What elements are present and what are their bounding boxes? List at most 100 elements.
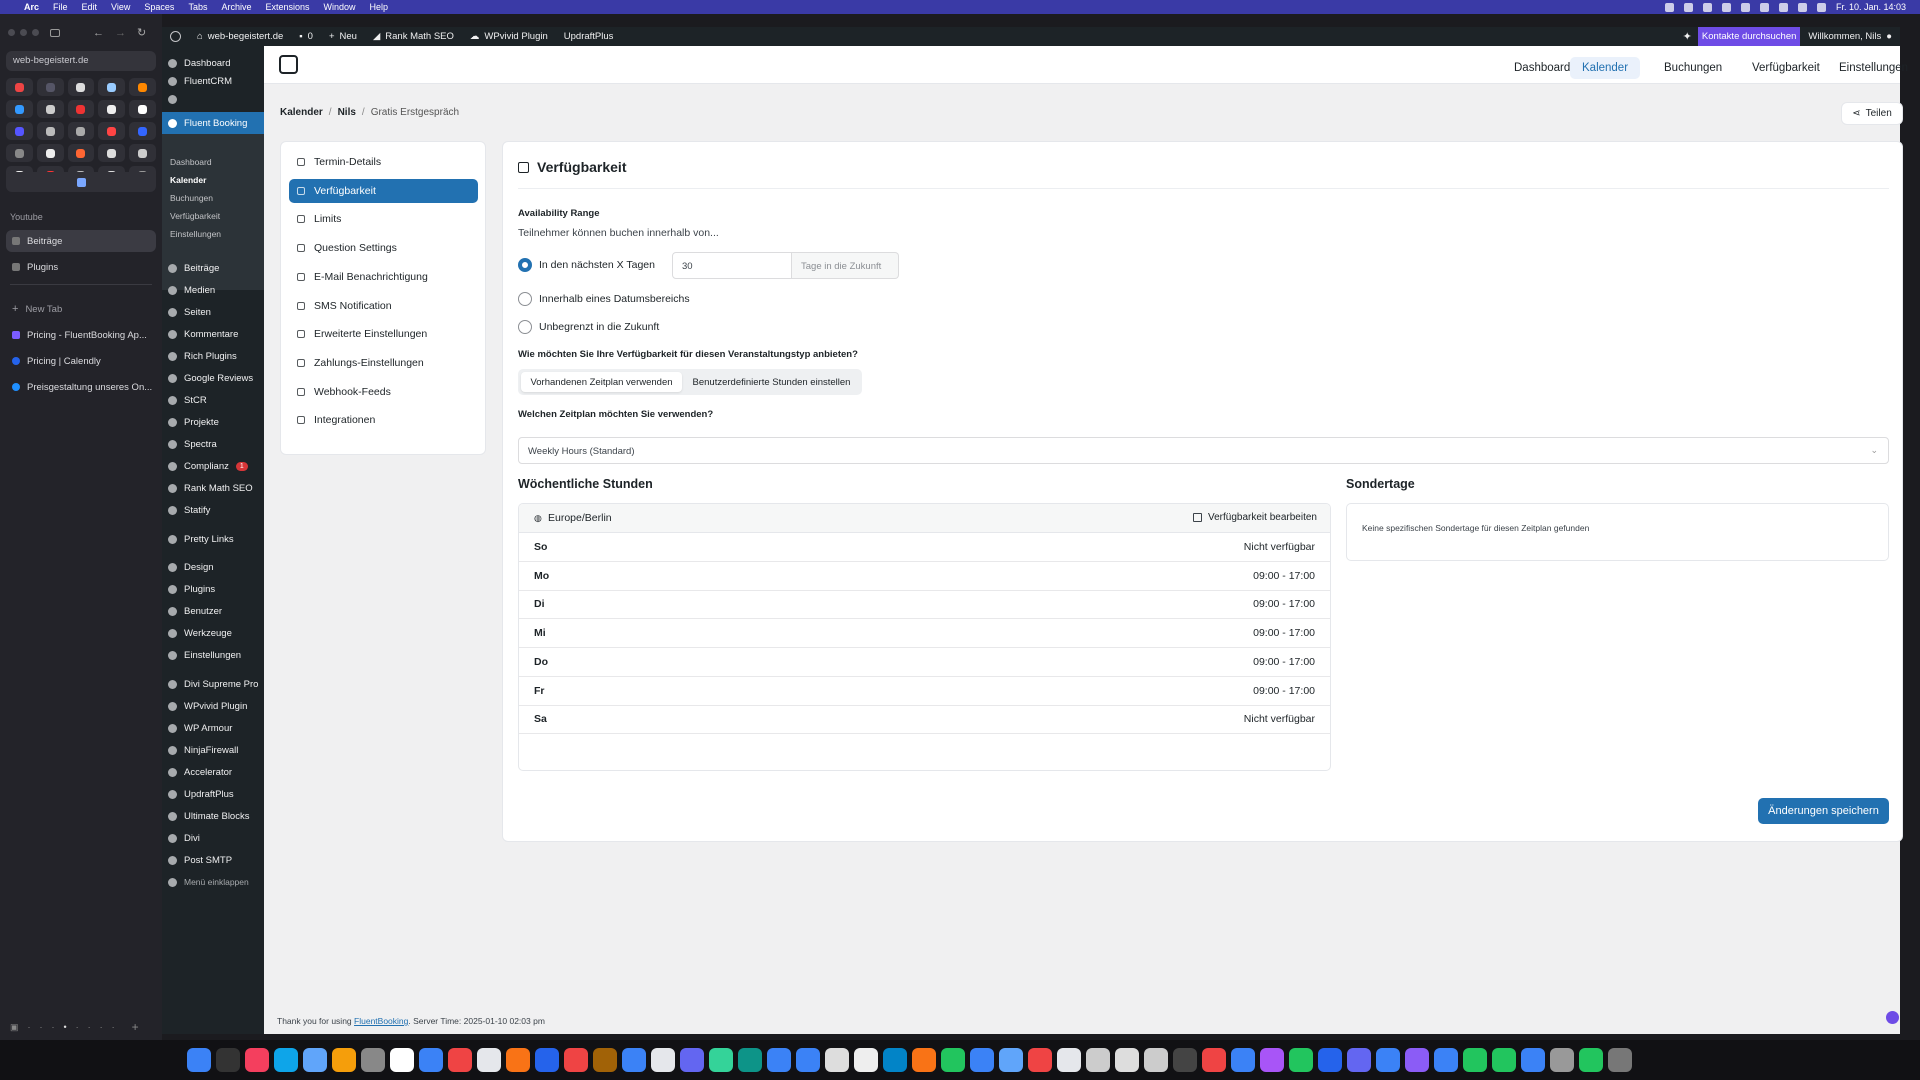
wordpress-logo-icon[interactable] <box>162 31 189 42</box>
dock-app-icon[interactable] <box>912 1048 936 1072</box>
menu-item[interactable]: Statify <box>162 499 264 521</box>
menu-item[interactable]: Rank Math SEO <box>162 477 264 499</box>
pinned-favorite[interactable] <box>98 122 126 140</box>
dock-app-icon[interactable] <box>245 1048 269 1072</box>
pinned-tab-plugins[interactable]: Plugins <box>6 256 156 278</box>
pinned-favorite[interactable] <box>67 100 95 118</box>
menu-item[interactable]: NinjaFirewall <box>162 739 264 761</box>
radio-next-days-label[interactable]: In den nächsten X Tagen <box>539 259 655 271</box>
pinned-favorite[interactable] <box>98 100 126 118</box>
dock-app-icon[interactable] <box>1057 1048 1081 1072</box>
pinned-favorite[interactable] <box>129 100 156 118</box>
wpvivid-link[interactable]: ☁ WPvivid Plugin <box>462 31 556 42</box>
radio-date-range[interactable] <box>518 292 532 306</box>
pinned-tab-beitraege[interactable]: Beiträge <box>6 230 156 252</box>
settings-nav-item[interactable]: Integrationen <box>289 408 478 432</box>
dock-app-icon[interactable] <box>1173 1048 1197 1072</box>
tab-item[interactable]: Pricing | Calendly <box>6 350 156 372</box>
dock-app-icon[interactable] <box>883 1048 907 1072</box>
pinned-favorite[interactable] <box>98 78 126 96</box>
dock-app-icon[interactable] <box>651 1048 675 1072</box>
dock-app-icon[interactable] <box>767 1048 791 1072</box>
dock-app-icon[interactable] <box>361 1048 385 1072</box>
status-icon[interactable] <box>1683 2 1693 12</box>
breadcrumb-kalender[interactable]: Kalender <box>280 107 323 118</box>
archive-icon[interactable]: ▣ <box>10 1022 19 1033</box>
menu-item[interactable]: Benutzer <box>162 600 264 622</box>
url-bar[interactable]: web-begeistert.de <box>6 51 156 71</box>
dock-app-icon[interactable] <box>216 1048 240 1072</box>
submenu-buchungen[interactable]: Buchungen <box>170 193 213 203</box>
pinned-favorite-wide[interactable] <box>6 172 156 192</box>
pinned-favorite[interactable] <box>6 144 33 162</box>
nav-einstellungen[interactable]: Einstellungen <box>1827 57 1920 79</box>
dock-app-icon[interactable] <box>506 1048 530 1072</box>
pinned-favorite[interactable] <box>36 78 64 96</box>
settings-nav-item[interactable]: Verfügbarkeit <box>289 178 478 203</box>
add-space-icon[interactable]: + <box>132 1020 139 1034</box>
pinned-favorite[interactable] <box>6 78 33 96</box>
menu-item[interactable]: Accelerator <box>162 761 264 783</box>
dock-app-icon[interactable] <box>1405 1048 1429 1072</box>
site-name-link[interactable]: ⌂ web-begeistert.de <box>189 31 291 42</box>
pinned-favorite[interactable] <box>6 122 33 140</box>
dock-app-icon[interactable] <box>303 1048 327 1072</box>
pinned-favorite[interactable] <box>36 144 64 162</box>
status-icon[interactable] <box>1702 2 1712 12</box>
dock-app-icon[interactable] <box>332 1048 356 1072</box>
menu-item[interactable]: Beiträge <box>162 257 264 279</box>
dock-app-icon[interactable] <box>1260 1048 1284 1072</box>
menu-item[interactable]: Ultimate Blocks <box>162 805 264 827</box>
dock-app-icon[interactable] <box>1550 1048 1574 1072</box>
dock-app-icon[interactable] <box>564 1048 588 1072</box>
settings-nav-item[interactable]: E-Mail Benachrichtigung <box>289 265 478 289</box>
days-input[interactable]: 30 <box>672 252 792 279</box>
menu-item[interactable]: StCR <box>162 389 264 411</box>
pinned-favorite[interactable] <box>98 144 126 162</box>
nav-verfuegbarkeit[interactable]: Verfügbarkeit <box>1740 57 1832 79</box>
dock-app-icon[interactable] <box>1289 1048 1313 1072</box>
submenu-kalender[interactable]: Kalender <box>170 175 206 185</box>
dock-app-icon[interactable] <box>1144 1048 1168 1072</box>
settings-nav-item[interactable]: Webhook-Feeds <box>289 380 478 404</box>
sidebar-toggle-icon[interactable] <box>50 28 60 37</box>
new-content-link[interactable]: + Neu <box>321 31 365 42</box>
radio-unlimited-label[interactable]: Unbegrenzt in die Zukunft <box>539 321 659 333</box>
clock[interactable]: Fr. 10. Jan. 14:03 <box>1836 2 1906 12</box>
menu-item[interactable]: Medien <box>162 279 264 301</box>
menu-item[interactable]: Projekte <box>162 411 264 433</box>
status-icon[interactable] <box>1759 2 1769 12</box>
pinned-favorite[interactable] <box>67 122 95 140</box>
nav-kalender[interactable]: Kalender <box>1570 57 1641 79</box>
submenu-verfuegbarkeit[interactable]: Verfügbarkeit <box>170 211 220 221</box>
menu-item[interactable]: Werkzeuge <box>162 622 264 644</box>
updraft-link[interactable]: UpdraftPlus <box>556 31 622 42</box>
dock-app-icon[interactable] <box>1608 1048 1632 1072</box>
dock-app-icon[interactable] <box>1086 1048 1110 1072</box>
radio-unlimited[interactable] <box>518 320 532 334</box>
dock-app-icon[interactable] <box>796 1048 820 1072</box>
menu-item[interactable]: UpdraftPlus <box>162 783 264 805</box>
dock-app-icon[interactable] <box>1463 1048 1487 1072</box>
menu-help[interactable]: Help <box>370 2 389 12</box>
dock-app-icon[interactable] <box>1434 1048 1458 1072</box>
dock-app-icon[interactable] <box>535 1048 559 1072</box>
menu-item[interactable]: WP Armour <box>162 717 264 739</box>
dock-app-icon[interactable] <box>1376 1048 1400 1072</box>
menu-item[interactable]: Einstellungen <box>162 644 264 666</box>
dock-app-icon[interactable] <box>1318 1048 1342 1072</box>
contacts-search-button[interactable]: Kontakte durchsuchen <box>1697 27 1801 46</box>
pinned-favorite[interactable] <box>67 78 95 96</box>
menu-app[interactable]: Arc <box>24 2 39 12</box>
menu-item[interactable]: Plugins <box>162 578 264 600</box>
window-minimize-button[interactable] <box>20 29 27 36</box>
menu-extensions[interactable]: Extensions <box>265 2 309 12</box>
dock-app-icon[interactable] <box>622 1048 646 1072</box>
dock-app-icon[interactable] <box>680 1048 704 1072</box>
dock-app-icon[interactable] <box>941 1048 965 1072</box>
menu-spaces[interactable]: Spaces <box>144 2 174 12</box>
submenu-dashboard[interactable]: Dashboard <box>170 157 212 167</box>
dock-app-icon[interactable] <box>390 1048 414 1072</box>
new-tab-button[interactable]: + New Tab <box>6 298 156 320</box>
wifi-icon[interactable] <box>1778 2 1788 12</box>
